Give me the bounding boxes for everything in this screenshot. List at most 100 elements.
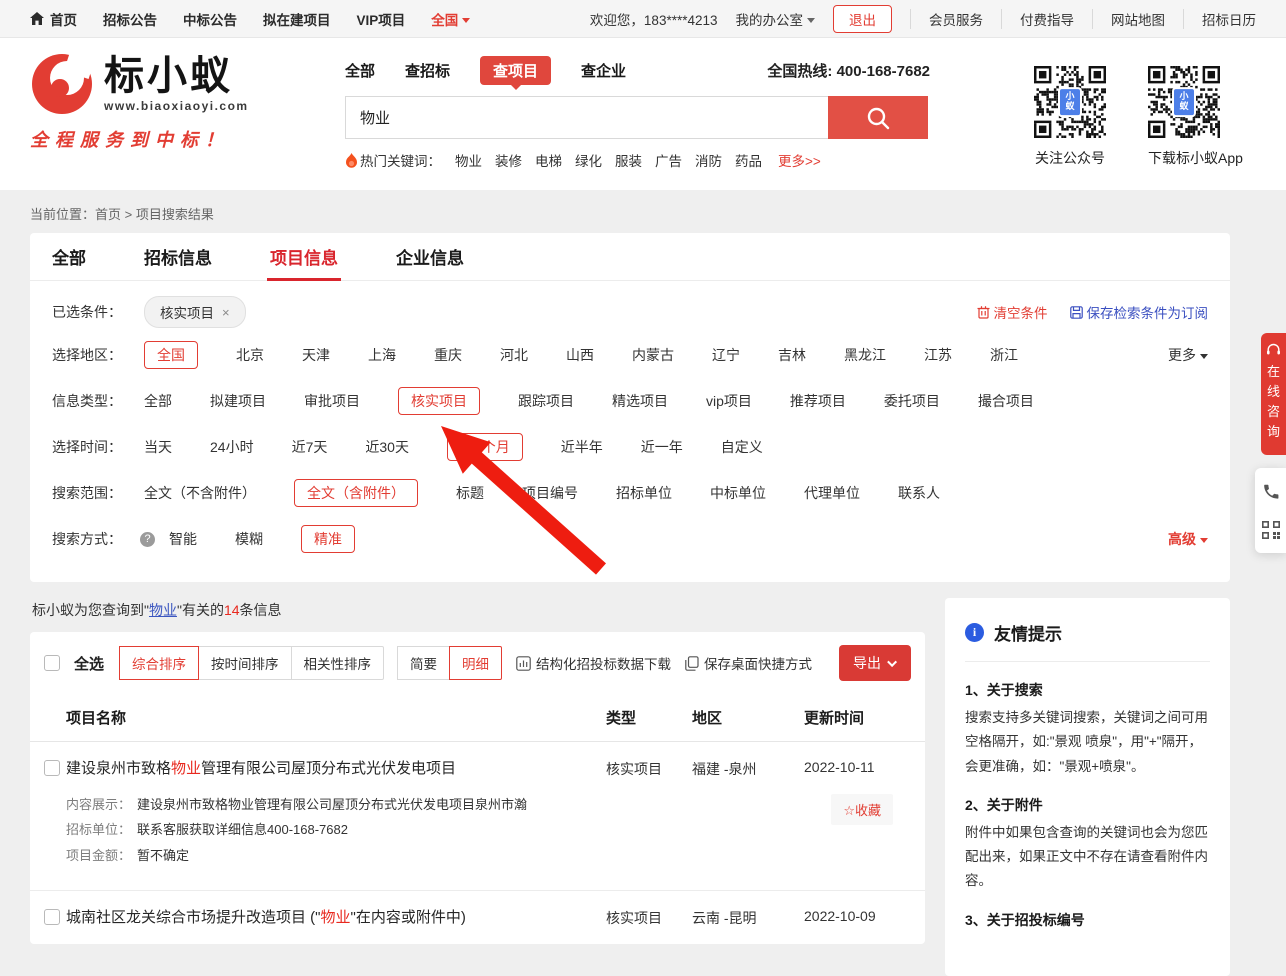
keyword-link[interactable]: 物业 <box>149 602 177 618</box>
qr-scan-icon[interactable] <box>1262 521 1280 539</box>
view-button[interactable]: 明细 <box>449 646 502 680</box>
filter-option[interactable]: 跟踪项目 <box>518 391 574 411</box>
search-tab[interactable]: 全部 <box>345 60 375 81</box>
row-checkbox[interactable] <box>44 760 60 776</box>
filter-option[interactable]: 精选项目 <box>612 391 668 411</box>
filter-option[interactable]: 黑龙江 <box>844 345 886 365</box>
search-tab[interactable]: 查项目 <box>480 56 551 85</box>
hot-keywords-more-link[interactable]: 更多>> <box>778 150 821 170</box>
hot-keyword[interactable]: 广告 <box>655 150 682 170</box>
filter-option[interactable]: 内蒙古 <box>632 345 674 365</box>
online-consult-tab[interactable]: 在线咨询 <box>1261 333 1286 455</box>
filter-option[interactable]: 审批项目 <box>304 391 360 411</box>
filter-option[interactable]: 全文（含附件） <box>294 479 418 507</box>
sort-button[interactable]: 按时间排序 <box>198 646 292 680</box>
topbar-region-selector[interactable]: 全国 <box>431 9 470 29</box>
filter-option[interactable]: 推荐项目 <box>790 391 846 411</box>
favorite-button[interactable]: ☆收藏 <box>831 794 893 825</box>
filter-option[interactable]: 天津 <box>302 345 330 365</box>
filter-option[interactable]: 北京 <box>236 345 264 365</box>
filter-option[interactable]: 模糊 <box>235 529 263 549</box>
topbar-link[interactable]: 会员服务 <box>910 9 1001 29</box>
filter-option[interactable]: 项目编号 <box>522 483 578 503</box>
topbar-home-link[interactable]: 首页 <box>30 9 77 29</box>
filter-option[interactable]: 核实项目 <box>398 387 480 415</box>
filter-option[interactable]: 全部 <box>144 391 172 411</box>
result-category-tab[interactable]: 全部 <box>52 233 86 280</box>
filter-option[interactable]: 标题 <box>456 483 484 503</box>
filter-option[interactable]: 近7天 <box>292 437 328 457</box>
filter-option[interactable]: 河北 <box>500 345 528 365</box>
filter-option[interactable]: 联系人 <box>898 483 940 503</box>
topbar-nav-item[interactable]: 中标公告 <box>183 9 237 29</box>
project-title-link[interactable]: 建设泉州市致格物业管理有限公司屋顶分布式光伏发电项目 <box>66 758 480 779</box>
row-checkbox[interactable] <box>44 909 60 925</box>
search-tab[interactable]: 查招标 <box>405 60 450 81</box>
filter-option[interactable]: 招标单位 <box>616 483 672 503</box>
breadcrumb-home-link[interactable]: 首页 <box>95 207 121 222</box>
filter-option[interactable]: 浙江 <box>990 345 1018 365</box>
hot-keyword[interactable]: 消防 <box>695 150 722 170</box>
filter-option[interactable]: 当天 <box>144 437 172 457</box>
topbar-link[interactable]: 招标日历 <box>1183 9 1256 29</box>
hot-keyword[interactable]: 服装 <box>615 150 642 170</box>
filter-option[interactable]: 山西 <box>566 345 594 365</box>
site-logo[interactable]: 标小蚁 www.biaoxiaoyi.com 全程服务到中标！ <box>30 52 310 152</box>
filter-option[interactable]: 全文（不含附件） <box>144 483 256 503</box>
filter-option[interactable]: 智能 <box>169 529 197 549</box>
search-input[interactable] <box>345 96 828 139</box>
export-button[interactable]: 导出 <box>839 645 911 681</box>
filter-option[interactable]: 中标单位 <box>710 483 766 503</box>
sort-button[interactable]: 相关性排序 <box>291 646 385 680</box>
topbar-link[interactable]: 网站地图 <box>1092 9 1183 29</box>
result-category-tab[interactable]: 企业信息 <box>396 233 464 280</box>
phone-icon[interactable] <box>1261 482 1280 501</box>
search-tab[interactable]: 查企业 <box>581 60 626 81</box>
hot-keyword[interactable]: 绿化 <box>575 150 602 170</box>
filter-option[interactable]: 拟建项目 <box>210 391 266 411</box>
filter-option[interactable]: vip项目 <box>706 391 752 411</box>
save-subscription-button[interactable]: 保存检索条件为订阅 <box>1070 302 1209 322</box>
filter-option[interactable]: 委托项目 <box>884 391 940 411</box>
filter-option[interactable]: 吉林 <box>778 345 806 365</box>
filter-option[interactable]: 辽宁 <box>712 345 740 365</box>
topbar-nav-item[interactable]: 拟在建项目 <box>263 9 331 29</box>
view-button[interactable]: 简要 <box>397 646 450 680</box>
filter-option[interactable]: 江苏 <box>924 345 952 365</box>
hot-keyword[interactable]: 药品 <box>735 150 762 170</box>
result-category-tab[interactable]: 项目信息 <box>270 233 338 280</box>
search-button[interactable] <box>828 96 928 139</box>
structured-data-download-link[interactable]: 结构化招投标数据下载 <box>516 653 671 673</box>
logout-button[interactable]: 退出 <box>833 5 892 33</box>
hot-keyword[interactable]: 物业 <box>455 150 482 170</box>
filter-option[interactable]: 近3个月 <box>447 433 523 461</box>
filter-option[interactable]: 撮合项目 <box>978 391 1034 411</box>
filter-option[interactable]: 自定义 <box>721 437 763 457</box>
filter-option[interactable]: 上海 <box>368 345 396 365</box>
filter-option[interactable]: 近半年 <box>561 437 603 457</box>
topbar-link[interactable]: 付费指导 <box>1001 9 1092 29</box>
filter-option[interactable]: 近30天 <box>365 437 409 457</box>
sort-button[interactable]: 综合排序 <box>119 646 199 680</box>
filter-option[interactable]: 精准 <box>301 525 355 553</box>
desktop-shortcut-link[interactable]: 保存桌面快捷方式 <box>685 653 812 673</box>
filter-option[interactable]: 全国 <box>144 341 198 369</box>
help-icon[interactable]: ? <box>140 532 155 547</box>
region-more-link[interactable]: 更多 <box>1168 345 1208 365</box>
filter-option[interactable]: 重庆 <box>434 345 462 365</box>
filter-option[interactable]: 近一年 <box>641 437 683 457</box>
filter-option[interactable]: 24小时 <box>210 437 254 457</box>
select-all-checkbox[interactable] <box>44 655 60 671</box>
filter-option[interactable]: 代理单位 <box>804 483 860 503</box>
hot-keyword[interactable]: 电梯 <box>535 150 562 170</box>
my-office-menu[interactable]: 我的办公室 <box>736 9 816 29</box>
clear-conditions-button[interactable]: 清空条件 <box>977 302 1048 322</box>
result-category-tab[interactable]: 招标信息 <box>144 233 212 280</box>
select-all-label[interactable]: 全选 <box>74 653 104 674</box>
topbar-nav-item[interactable]: VIP项目 <box>357 9 406 29</box>
condition-chip[interactable]: 核实项目 × <box>144 296 246 328</box>
advanced-search-link[interactable]: 高级 <box>1168 529 1208 549</box>
project-title-link[interactable]: 城南社区龙关综合市场提升改造项目 ("物业"在内容或附件中) <box>66 907 490 928</box>
hot-keyword[interactable]: 装修 <box>495 150 522 170</box>
chip-close-icon[interactable]: × <box>222 305 230 320</box>
